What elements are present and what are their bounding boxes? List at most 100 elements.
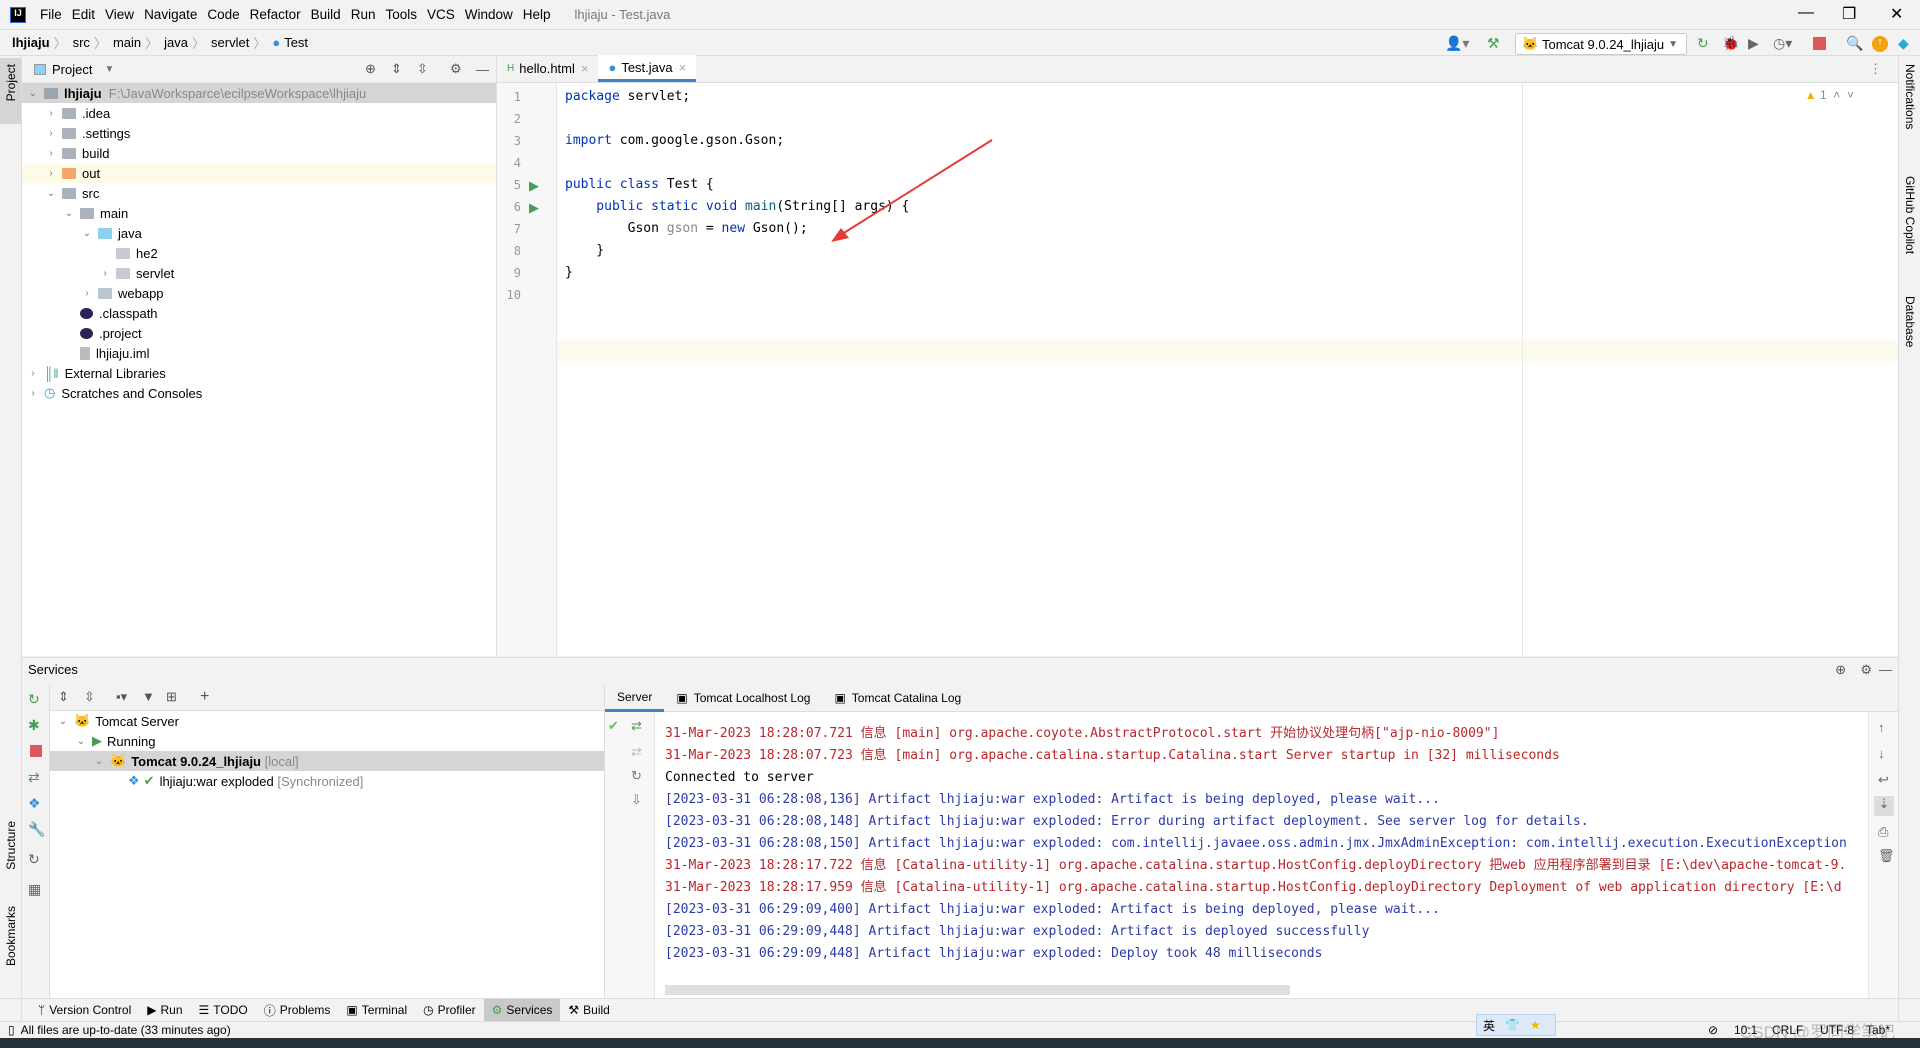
tree-item-main[interactable]: ⌄ main (22, 203, 496, 223)
tree-item-build[interactable]: › build (22, 143, 496, 163)
menu-vcs[interactable]: VCS (427, 7, 455, 22)
tree-item-idea[interactable]: › .idea (22, 103, 496, 123)
tree-item-tomcat-instance[interactable]: ⌄ 🐱 Tomcat 9.0.24_lhjiaju [local] (50, 751, 604, 771)
ime-toolbar[interactable]: 英 👕 ★ (1476, 1014, 1556, 1036)
breadcrumb-main[interactable]: main (113, 35, 141, 50)
collapse-all-icon[interactable]: ⇳ (417, 61, 428, 77)
tool-terminal[interactable]: ▣ Terminal (338, 999, 415, 1022)
restore-button[interactable]: ❐ (1842, 4, 1856, 24)
project-view-select[interactable]: Project (52, 62, 92, 77)
menu-refactor[interactable]: Refactor (250, 7, 301, 22)
menu-file[interactable]: File (40, 7, 62, 22)
tree-item-tomcat-server[interactable]: ⌄ 🐱 Tomcat Server (50, 711, 604, 731)
hide-icon[interactable]: — (1879, 662, 1892, 677)
project-tool-button[interactable]: Project (4, 64, 18, 101)
artifacts-icon[interactable]: ❖ (28, 795, 41, 812)
print-icon[interactable]: ⎙ (1878, 824, 1888, 840)
deploy-icon[interactable]: ⇄ (631, 718, 642, 734)
tree-item-external-libraries[interactable]: › ║‖ External Libraries (22, 363, 496, 383)
code-area[interactable]: package servlet; import com.google.gson.… (559, 86, 1898, 284)
expand-all-icon[interactable]: ⇕ (391, 61, 402, 77)
tree-item-classpath[interactable]: .classpath (22, 303, 496, 323)
menu-code[interactable]: Code (207, 7, 239, 22)
breadcrumb-java[interactable]: java (164, 35, 188, 50)
horizontal-scrollbar[interactable] (665, 985, 1290, 995)
scroll-to-end-icon[interactable]: ⇣ (1874, 796, 1894, 816)
refresh-icon[interactable]: ↻ (28, 851, 40, 868)
run-gutter-icon[interactable]: ▶ (529, 200, 539, 216)
structure-tool-button[interactable]: Structure (4, 821, 18, 870)
rerun-icon[interactable]: ↻ (1697, 35, 1709, 52)
copilot-tool-button[interactable]: GitHub Copilot (1903, 176, 1917, 254)
new-tab-icon[interactable]: ⊞ (166, 689, 177, 705)
gear-icon[interactable]: ⚙ (450, 61, 462, 77)
profile-icon[interactable]: ◷▾ (1773, 35, 1792, 52)
more-options-icon[interactable]: ⋮ (1869, 61, 1882, 77)
tree-item-he2[interactable]: he2 (22, 243, 496, 263)
warnings-indicator[interactable]: ▲ 1 ˄ ˅ (1805, 88, 1854, 102)
clear-icon[interactable]: 🗑 (1878, 848, 1895, 864)
hide-icon[interactable]: — (476, 62, 489, 77)
tool-version-control[interactable]: ᛘ Version Control (30, 999, 139, 1022)
deploy-icon[interactable]: ⇄ (28, 769, 40, 786)
chevron-down-icon[interactable]: ▼ (104, 64, 114, 75)
scroll-down-icon[interactable]: ↓ (1878, 746, 1885, 761)
tree-item-running[interactable]: ⌄ ▶ Running (50, 731, 604, 751)
scroll-up-icon[interactable]: ↑ (1878, 720, 1885, 735)
undeploy-icon[interactable]: ⇄ (631, 744, 642, 760)
tab-hello-html[interactable]: Hhello.html × (497, 55, 598, 82)
filter-icon[interactable]: ▼ (142, 689, 155, 704)
rerun-icon[interactable]: ↻ (28, 691, 40, 708)
tree-item-out[interactable]: › out (22, 163, 496, 183)
close-button[interactable]: ✕ (1890, 4, 1903, 24)
tree-root[interactable]: ⌄ lhjiaju F:\JavaWorksparce\ecilpseWorksp… (22, 83, 496, 103)
tree-item-settings[interactable]: › .settings (22, 123, 496, 143)
tab-localhost-log[interactable]: ▣ Tomcat Localhost Log (664, 685, 822, 712)
stop-icon[interactable] (1813, 37, 1826, 50)
search-icon[interactable]: 🔍 (1846, 35, 1863, 52)
tab-server[interactable]: Server (605, 685, 665, 712)
toolbox-icon[interactable]: ◆ (1898, 35, 1909, 52)
inspection-icon[interactable]: ⊘ (1708, 1023, 1718, 1037)
expand-all-icon[interactable]: ⇕ (58, 689, 69, 705)
close-tab-icon[interactable]: × (581, 61, 589, 76)
menu-help[interactable]: Help (523, 7, 551, 22)
tool-build[interactable]: ⚒ Build (560, 999, 617, 1022)
tab-test-java[interactable]: ● Test.java × (598, 55, 697, 82)
menu-navigate[interactable]: Navigate (144, 7, 197, 22)
breadcrumb-src[interactable]: src (73, 35, 90, 50)
run-gutter-icon[interactable]: ▶ (529, 178, 539, 194)
menu-tools[interactable]: Tools (385, 7, 417, 22)
user-icon[interactable]: 👤▾ (1445, 35, 1469, 52)
menu-build[interactable]: Build (311, 7, 341, 22)
bookmarks-tool-button[interactable]: Bookmarks (4, 906, 18, 966)
tree-item-webapp[interactable]: › webapp (22, 283, 496, 303)
breadcrumb-servlet[interactable]: servlet (211, 35, 249, 50)
tool-services[interactable]: ⚙ Services (483, 998, 561, 1022)
locate-icon[interactable]: ⊕ (1835, 662, 1846, 678)
soft-wrap-icon[interactable]: ↩ (1878, 772, 1889, 788)
update-icon[interactable]: ↑ (1872, 36, 1888, 52)
refresh-icon[interactable]: ↻ (631, 768, 642, 784)
debug-icon[interactable]: ✱ (28, 717, 40, 734)
breadcrumb-test[interactable]: Test (284, 35, 308, 50)
ime-language[interactable]: 英 (1483, 1017, 1495, 1034)
menu-edit[interactable]: Edit (72, 7, 95, 22)
tree-item-src[interactable]: ⌄ src (22, 183, 496, 203)
minimize-button[interactable]: — (1798, 4, 1814, 22)
add-icon[interactable]: + (200, 688, 209, 706)
menu-window[interactable]: Window (465, 7, 513, 22)
update-app-icon[interactable]: ⇩ (631, 792, 642, 808)
tool-run[interactable]: ▶ Run (139, 999, 190, 1022)
tool-todo[interactable]: ☰ TODO (191, 999, 256, 1022)
collapse-all-icon[interactable]: ⇳ (84, 689, 95, 705)
stop-icon[interactable] (30, 745, 42, 757)
debug-icon[interactable]: 🐞 (1722, 35, 1739, 52)
group-icon[interactable]: ▪▾ (116, 689, 127, 705)
tool-profiler[interactable]: ◷ Profiler (415, 999, 484, 1022)
run-configuration-select[interactable]: 🐱 Tomcat 9.0.24_lhjiaju ▼ (1515, 33, 1687, 55)
menu-view[interactable]: View (105, 7, 134, 22)
layout-icon[interactable]: ▦ (28, 881, 41, 898)
close-tab-icon[interactable]: × (679, 60, 687, 75)
tree-item-servlet[interactable]: › servlet (22, 263, 496, 283)
